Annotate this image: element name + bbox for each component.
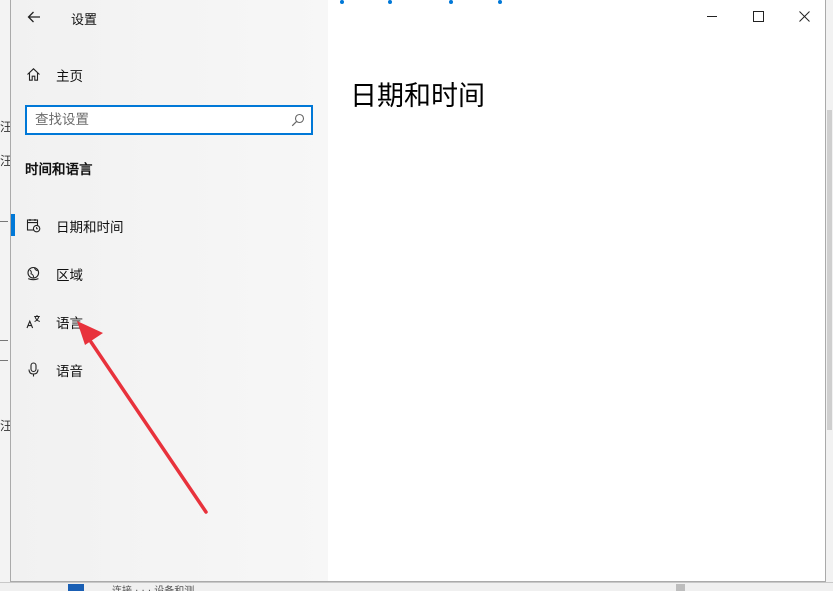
page-title: 日期和时间 bbox=[350, 81, 485, 113]
sidebar-item-label: 日期和时间 bbox=[56, 220, 124, 236]
language-icon bbox=[25, 313, 41, 329]
back-arrow-icon bbox=[27, 11, 40, 23]
search-input[interactable] bbox=[35, 111, 283, 129]
sidebar-item-label: 语音 bbox=[56, 364, 83, 380]
background-divider bbox=[0, 221, 8, 222]
loading-dots bbox=[340, 0, 520, 6]
section-title: 时间和语言 bbox=[25, 162, 93, 178]
minimize-icon bbox=[706, 15, 717, 17]
sidebar-item-language[interactable]: 语言 bbox=[11, 301, 328, 341]
maximize-button[interactable] bbox=[735, 0, 781, 32]
minimize-button[interactable] bbox=[689, 0, 735, 32]
calendar-clock-icon bbox=[25, 217, 41, 233]
sidebar-item-label: 主页 bbox=[56, 69, 83, 85]
close-icon bbox=[798, 10, 810, 22]
loading-dot bbox=[498, 0, 502, 4]
sidebar-item-label: 语言 bbox=[56, 316, 83, 332]
loading-dot bbox=[449, 0, 453, 4]
background-scrollbar bbox=[827, 110, 832, 430]
sidebar-item-date-time[interactable]: 日期和时间 bbox=[11, 205, 328, 245]
loading-dot bbox=[340, 0, 344, 4]
search-icon bbox=[291, 113, 305, 127]
sidebar-item-speech[interactable]: 语音 bbox=[11, 349, 328, 389]
sidebar-item-region[interactable]: 区域 bbox=[11, 253, 328, 293]
background-divider bbox=[0, 340, 8, 341]
microphone-icon bbox=[25, 361, 41, 377]
sidebar: 设置 主页 时间和语言 日期和时间 区域 bbox=[11, 0, 328, 581]
loading-dot bbox=[388, 0, 392, 4]
home-icon bbox=[25, 66, 41, 82]
background-app-right-edge bbox=[826, 0, 833, 590]
search-box[interactable] bbox=[25, 105, 313, 135]
sidebar-item-home[interactable]: 主页 bbox=[11, 54, 328, 94]
sidebar-item-label: 区域 bbox=[56, 268, 83, 284]
app-title: 设置 bbox=[71, 13, 98, 28]
back-button[interactable] bbox=[22, 6, 46, 28]
settings-window: 设置 主页 时间和语言 日期和时间 区域 bbox=[10, 0, 826, 582]
background-divider bbox=[0, 360, 8, 361]
close-button[interactable] bbox=[781, 0, 827, 32]
maximize-icon bbox=[752, 10, 764, 22]
globe-icon bbox=[25, 265, 41, 281]
